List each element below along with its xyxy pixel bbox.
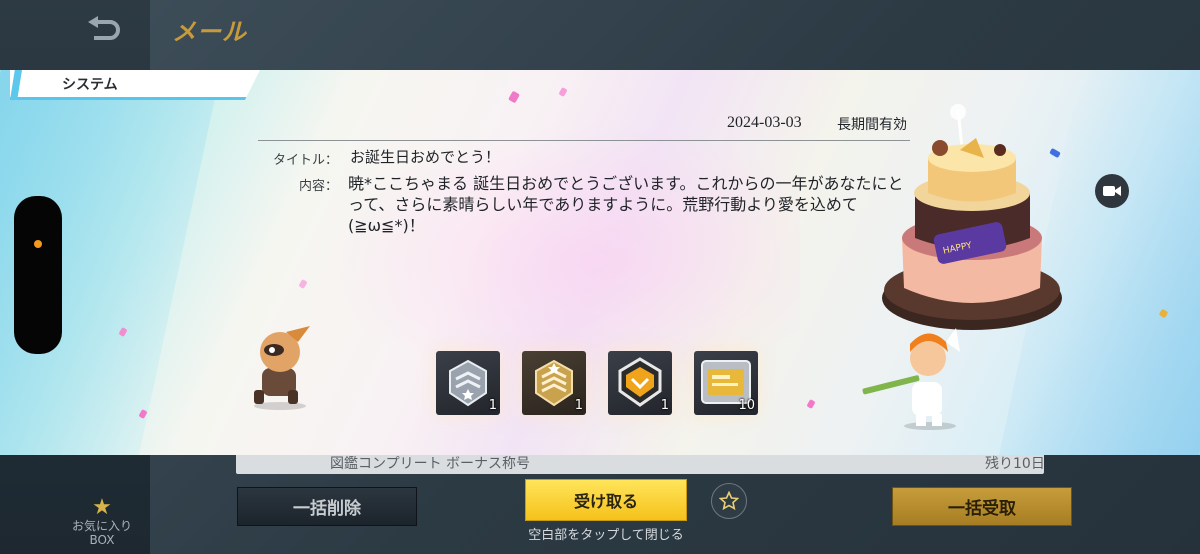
reward-item[interactable]: 10 <box>694 351 758 415</box>
confetti-piece <box>558 87 568 97</box>
side-handle[interactable] <box>14 196 62 354</box>
indicator-dot <box>34 240 42 248</box>
mail-body: 暁*ここちゃまる 誕生日おめでとうございます。これからの一年があなたにとって、さ… <box>348 174 904 235</box>
reward-item[interactable]: 1 <box>436 351 500 415</box>
reward-count: 1 <box>574 398 583 413</box>
tab-system-label: システム <box>62 76 118 93</box>
receive-button[interactable]: 受け取る <box>525 479 687 521</box>
mail-title: お誕生日おめでとう！ <box>350 148 501 166</box>
reward-item[interactable]: 1 <box>608 351 672 415</box>
back-button[interactable] <box>84 14 124 46</box>
star-outline-icon <box>719 491 739 511</box>
mail-list-row-title: 図鑑コンプリート ボーナス称号 <box>330 456 531 472</box>
mail-list-row-expiry: 残り10日 <box>985 456 1045 472</box>
dog-mascot-illustration <box>254 326 310 410</box>
favorite-button[interactable] <box>711 483 747 519</box>
tap-to-close-hint[interactable]: 空白部をタップして閉じる <box>520 524 692 543</box>
favorites-box-button[interactable]: ★ お気に入り BOX <box>62 497 142 551</box>
screen-title: メール <box>172 18 247 46</box>
header-divider <box>258 140 910 141</box>
bulk-delete-button[interactable]: 一括削除 <box>237 487 417 526</box>
girl-mascot-illustration <box>862 328 960 430</box>
mail-date: 2024-03-03 <box>727 114 802 131</box>
video-camera-icon <box>1103 186 1121 196</box>
favorites-label: お気に入り <box>71 519 132 533</box>
reward-items: 1 1 1 10 <box>436 351 758 415</box>
reward-count: 1 <box>488 398 497 413</box>
title-label: タイトル： <box>272 153 338 168</box>
birthday-cake-illustration: HAPPY <box>882 104 1062 330</box>
tab-system[interactable]: システム <box>10 70 260 100</box>
reward-count: 1 <box>660 398 669 413</box>
back-arrow-icon <box>88 16 120 40</box>
mail-detail-modal: システム 2024-03-03 長期間有効 タイトル： お誕生日おめでとう！ 内… <box>0 70 1200 455</box>
body-label: 内容： <box>298 179 338 194</box>
reward-item[interactable]: 1 <box>522 351 586 415</box>
favorites-sub-label: BOX <box>89 533 115 547</box>
confetti-piece <box>806 399 816 409</box>
reward-count: 10 <box>738 398 755 413</box>
replay-video-button[interactable] <box>1095 174 1129 208</box>
star-icon: ★ <box>92 495 112 520</box>
bulk-receive-button[interactable]: 一括受取 <box>892 487 1072 526</box>
tab-accent <box>10 70 22 100</box>
